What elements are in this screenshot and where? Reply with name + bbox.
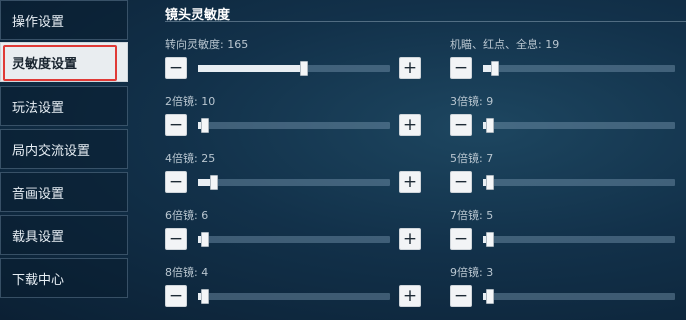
decrease-button[interactable]: − xyxy=(165,171,187,193)
sidebar-item-sensitivity[interactable]: 灵敏度设置 xyxy=(0,42,128,82)
sidebar-item-label: 局内交流设置 xyxy=(12,143,91,159)
setting-label: 3倍镜: 9 xyxy=(450,95,494,108)
increase-button[interactable]: + xyxy=(399,114,421,136)
settings-sidebar: 操作设置 灵敏度设置 玩法设置 局内交流设置 音画设置 载具设置 下载中心 xyxy=(0,0,130,320)
decrease-button[interactable]: − xyxy=(165,57,187,79)
sidebar-item-vehicles[interactable]: 载具设置 xyxy=(0,215,128,255)
setting-label: 机瞄、红点、全息: 19 xyxy=(450,38,560,51)
slider-track[interactable] xyxy=(198,289,390,304)
setting-scope-4x: 4倍镜: 25 − + xyxy=(165,150,427,206)
slider-thumb[interactable] xyxy=(210,175,218,190)
setting-label: 4倍镜: 25 xyxy=(165,152,216,165)
setting-label: 5倍镜: 7 xyxy=(450,152,494,165)
setting-scope-3x: 3倍镜: 9 − xyxy=(450,93,686,149)
section-divider xyxy=(165,21,686,22)
increase-button[interactable]: + xyxy=(399,285,421,307)
slider-thumb[interactable] xyxy=(200,232,209,247)
slider-track[interactable] xyxy=(198,232,390,247)
slider-track[interactable] xyxy=(483,289,675,304)
setting-scope-9x: 9倍镜: 3 − xyxy=(450,264,686,320)
setting-label: 9倍镜: 3 xyxy=(450,266,494,279)
decrease-button[interactable]: − xyxy=(165,114,187,136)
sidebar-item-label: 下载中心 xyxy=(12,272,65,288)
decrease-button[interactable]: − xyxy=(450,285,472,307)
sidebar-item-label: 载具设置 xyxy=(12,229,65,245)
sidebar-item-downloads[interactable]: 下载中心 xyxy=(0,258,128,298)
setting-ironsight-reddot-holo: 机瞄、红点、全息: 19 − xyxy=(450,36,686,92)
sidebar-item-communication[interactable]: 局内交流设置 xyxy=(0,129,128,169)
increase-button[interactable]: + xyxy=(399,57,421,79)
setting-scope-7x: 7倍镜: 5 − xyxy=(450,207,686,263)
slider-track[interactable] xyxy=(483,175,675,190)
slider-thumb[interactable] xyxy=(485,175,494,190)
slider-track[interactable] xyxy=(483,118,675,133)
setting-turn-sensitivity: 转向灵敏度: 165 − + xyxy=(165,36,427,92)
slider-track[interactable] xyxy=(198,61,390,76)
slider-thumb[interactable] xyxy=(485,289,494,304)
setting-scope-8x: 8倍镜: 4 − + xyxy=(165,264,427,320)
setting-scope-2x: 2倍镜: 10 − + xyxy=(165,93,427,149)
slider-track[interactable] xyxy=(483,232,675,247)
setting-label: 6倍镜: 6 xyxy=(165,209,209,222)
decrease-button[interactable]: − xyxy=(450,57,472,79)
slider-thumb[interactable] xyxy=(299,61,308,76)
setting-label: 8倍镜: 4 xyxy=(165,266,209,279)
sidebar-item-label: 操作设置 xyxy=(12,14,65,30)
decrease-button[interactable]: − xyxy=(450,171,472,193)
selection-highlight xyxy=(3,45,117,81)
sidebar-item-controls[interactable]: 操作设置 xyxy=(0,0,128,40)
setting-label: 转向灵敏度: 165 xyxy=(165,38,249,51)
setting-label: 2倍镜: 10 xyxy=(165,95,216,108)
setting-label: 7倍镜: 5 xyxy=(450,209,494,222)
slider-thumb[interactable] xyxy=(485,232,494,247)
slider-track[interactable] xyxy=(198,175,390,190)
decrease-button[interactable]: − xyxy=(165,228,187,250)
decrease-button[interactable]: − xyxy=(165,285,187,307)
slider-fill xyxy=(198,65,304,72)
slider-track[interactable] xyxy=(198,118,390,133)
increase-button[interactable]: + xyxy=(399,228,421,250)
setting-scope-5x: 5倍镜: 7 − xyxy=(450,150,686,206)
slider-track[interactable] xyxy=(483,61,675,76)
sidebar-item-label: 玩法设置 xyxy=(12,100,65,116)
sidebar-item-label: 音画设置 xyxy=(12,186,65,202)
slider-thumb[interactable] xyxy=(200,289,209,304)
sidebar-item-audio-video[interactable]: 音画设置 xyxy=(0,172,128,212)
slider-thumb[interactable] xyxy=(491,61,500,76)
increase-button[interactable]: + xyxy=(399,171,421,193)
sidebar-item-gameplay[interactable]: 玩法设置 xyxy=(0,86,128,126)
setting-scope-6x: 6倍镜: 6 − + xyxy=(165,207,427,263)
slider-thumb[interactable] xyxy=(200,118,209,133)
slider-thumb[interactable] xyxy=(485,118,494,133)
decrease-button[interactable]: − xyxy=(450,228,472,250)
decrease-button[interactable]: − xyxy=(450,114,472,136)
